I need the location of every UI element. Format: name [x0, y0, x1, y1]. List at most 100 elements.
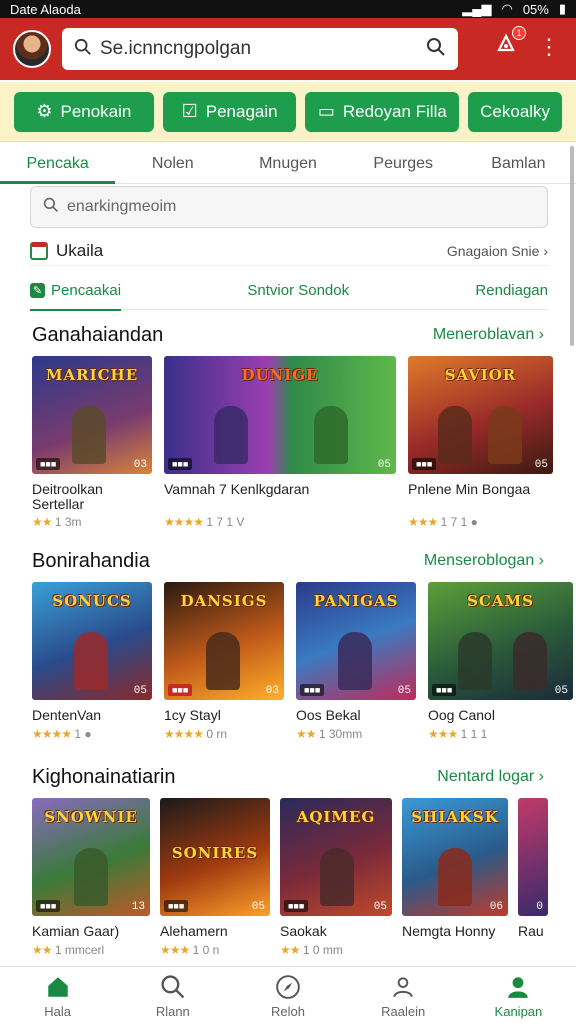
game-card[interactable]: MARICHE ■■■ 03 Deitroolkan Sertellar ★★ … [32, 356, 152, 529]
tab-pencaka[interactable]: Pencaka [0, 144, 116, 184]
filter-row: ✎ Pencaakai Sntvior Sondok Rendiagan [30, 272, 548, 311]
star-rating-icon: ★★ [280, 943, 300, 957]
top-app-bar: Se.icnncngpolgan 1 ⋮ [0, 18, 576, 80]
game-card[interactable]: SAVIOR ■■■ 05 Pnlene Min Bongaa ★★★ 1 7 … [408, 356, 553, 529]
action-button-penokain[interactable]: ⚙ Penokain [14, 91, 154, 132]
ukaila-link[interactable]: Gnagaion Snie › [447, 243, 548, 259]
game-card[interactable]: SONUCS 05 DentenVan ★★★★ 1 ● [32, 582, 152, 741]
star-rating-icon: ★★★ [408, 515, 438, 529]
avatar[interactable] [13, 30, 51, 68]
game-thumbnail: SONUCS 05 [32, 582, 152, 700]
nav-item-hala[interactable]: Hala [0, 967, 115, 1024]
search-submit-icon[interactable] [426, 37, 446, 62]
section-more-link[interactable]: Nentard logar › [437, 768, 544, 786]
game-thumbnail: PANIGAS ■■■ 05 [296, 582, 416, 700]
compass-icon [275, 973, 301, 1001]
filter-pencaakai[interactable]: ✎ Pencaakai [30, 272, 122, 311]
action-button-penagain[interactable]: ☑ Penagain [162, 91, 297, 132]
star-rating-icon: ★★★★ [164, 727, 204, 741]
battery-percent: 05% [522, 1, 549, 17]
star-rating-icon: ★★ [32, 515, 52, 529]
calendar-icon [30, 241, 48, 260]
action-button-cekoalky[interactable]: Cekoalky [468, 91, 563, 132]
rating-text: 1 ● [74, 727, 92, 741]
search-icon [160, 973, 186, 1001]
search-input[interactable]: Se.icnncngpolgan [100, 38, 426, 60]
filter-sntvior[interactable]: Sntvior Sondok [247, 272, 349, 310]
section-kighonainatiarin: Kighonainatiarin Nentard logar › SNOWNIE… [0, 762, 576, 957]
search-icon [43, 197, 59, 218]
game-thumbnail: SCAMS ■■■ 05 [428, 582, 573, 700]
section-more-link[interactable]: Menseroblogan › [424, 552, 544, 570]
search-bar[interactable]: Se.icnncngpolgan [62, 28, 458, 70]
game-title: Oog Canol [428, 708, 495, 723]
section-title: Kighonainatiarin [32, 765, 176, 788]
card-row: SONUCS 05 DentenVan ★★★★ 1 ● DANSIGS ■■■… [0, 582, 576, 741]
ukaila-label: Ukaila [56, 240, 104, 260]
rating-text: 1 7 1 ● [440, 515, 478, 529]
game-card[interactable]: PANIGAS ■■■ 05 Oos Bekal ★★ 1 30mm [296, 582, 416, 741]
status-bar: Date Alaoda ▂▄▆ ◠ 05% ▮ [0, 0, 576, 18]
checkbox-icon: ☑ [181, 101, 198, 121]
game-card[interactable]: SONIRES ■■■ 05 Alehamern ★★★ 1 0 n [160, 798, 270, 957]
rating-text: 1 0 mm [302, 943, 343, 957]
secondary-search-placeholder: enarkingmeoim [67, 198, 177, 215]
game-thumbnail: SHIAKSK 06 [402, 798, 508, 916]
home-icon [45, 973, 71, 1001]
badge-tag: ■■■ [412, 458, 437, 470]
action-button-redoyan[interactable]: ▭ Redoyan Filla [305, 91, 460, 132]
game-card[interactable]: DANSIGS ■■■ 03 1cy Stayl ★★★★ 0 rn [164, 582, 284, 741]
badge-tag: ■■■ [36, 900, 61, 912]
rating-text: 1 0 n [192, 943, 220, 957]
game-title: Oos Bekal [296, 708, 361, 723]
tab-bamlan[interactable]: Bamlan [461, 144, 576, 183]
battery-icon: ▮ [558, 1, 566, 16]
nav-item-reloh[interactable]: Reloh [230, 967, 345, 1024]
account-icon [505, 973, 531, 1001]
nav-item-kanipan[interactable]: Kanipan [461, 967, 576, 1024]
more-menu-icon[interactable]: ⋮ [538, 34, 560, 60]
game-title: Rau [518, 924, 544, 939]
game-title: Vamnah 7 Kenlkgdaran [164, 482, 310, 497]
nav-item-rlann[interactable]: Rlann [115, 967, 230, 1024]
game-title: Saokak [280, 924, 327, 939]
tab-mnugen[interactable]: Mnugen [230, 144, 345, 183]
badge-tag: ■■■ [164, 900, 189, 912]
rating-text: 1 7 1 V [206, 515, 245, 529]
game-title: DentenVan [32, 708, 102, 723]
filter-rendiagan[interactable]: Rendiagan [475, 272, 548, 310]
card-row: SNOWNIE ■■■ 13 Kamian Gaar) ★★ 1 mmcerl … [0, 798, 576, 957]
game-thumbnail: DANSIGS ■■■ 03 [164, 582, 284, 700]
main-tabs: Pencaka Nolen Mnugen Peurges Bamlan [0, 144, 576, 184]
star-rating-icon: ★★ [32, 943, 52, 957]
chat-icon: ▭ [317, 101, 335, 121]
game-title: Pnlene Min Bongaa [408, 482, 531, 497]
game-title: Kamian Gaar) [32, 924, 120, 939]
section-title: Ganahaiandan [32, 323, 164, 346]
settings-people-icon: ⚙ [36, 101, 53, 121]
scrollbar[interactable] [570, 146, 574, 346]
game-title: 1cy Stayl [164, 708, 221, 723]
secondary-search-input[interactable]: enarkingmeoim [30, 186, 548, 228]
wifi-icon: ◠ [501, 1, 513, 16]
star-rating-icon: ★★ [296, 727, 316, 741]
tab-peurges[interactable]: Peurges [346, 144, 461, 183]
game-card[interactable]: SHIAKSK 06 Nemgta Honny [402, 798, 508, 957]
game-card[interactable]: AQIMEG ■■■ 05 Saokak ★★ 1 0 mm [280, 798, 392, 957]
section-more-link[interactable]: Meneroblavan › [433, 326, 544, 344]
rating-text: 0 rn [206, 727, 228, 741]
edit-icon: ✎ [30, 283, 45, 298]
rating-text: 1 3m [54, 515, 82, 529]
notification-badge: 1 [512, 26, 526, 40]
game-thumbnail: SONIRES ■■■ 05 [160, 798, 270, 916]
game-card[interactable]: 0 Rau [518, 798, 548, 957]
game-card[interactable]: SCAMS ■■■ 05 Oog Canol ★★★ 1 1 1 [428, 582, 573, 741]
game-card[interactable]: SNOWNIE ■■■ 13 Kamian Gaar) ★★ 1 mmcerl [32, 798, 150, 957]
star-rating-icon: ★★★ [428, 727, 458, 741]
game-card[interactable]: DUNIGE ■■■ 05 Vamnah 7 Kenlkgdaran ★★★★ … [164, 356, 396, 529]
notification-icon[interactable]: 1 [494, 26, 526, 62]
nav-item-raalein[interactable]: Raalein [346, 967, 461, 1024]
game-title: Alehamern [160, 924, 228, 939]
tab-nolen[interactable]: Nolen [115, 144, 230, 183]
status-time: Date Alaoda [10, 1, 81, 17]
